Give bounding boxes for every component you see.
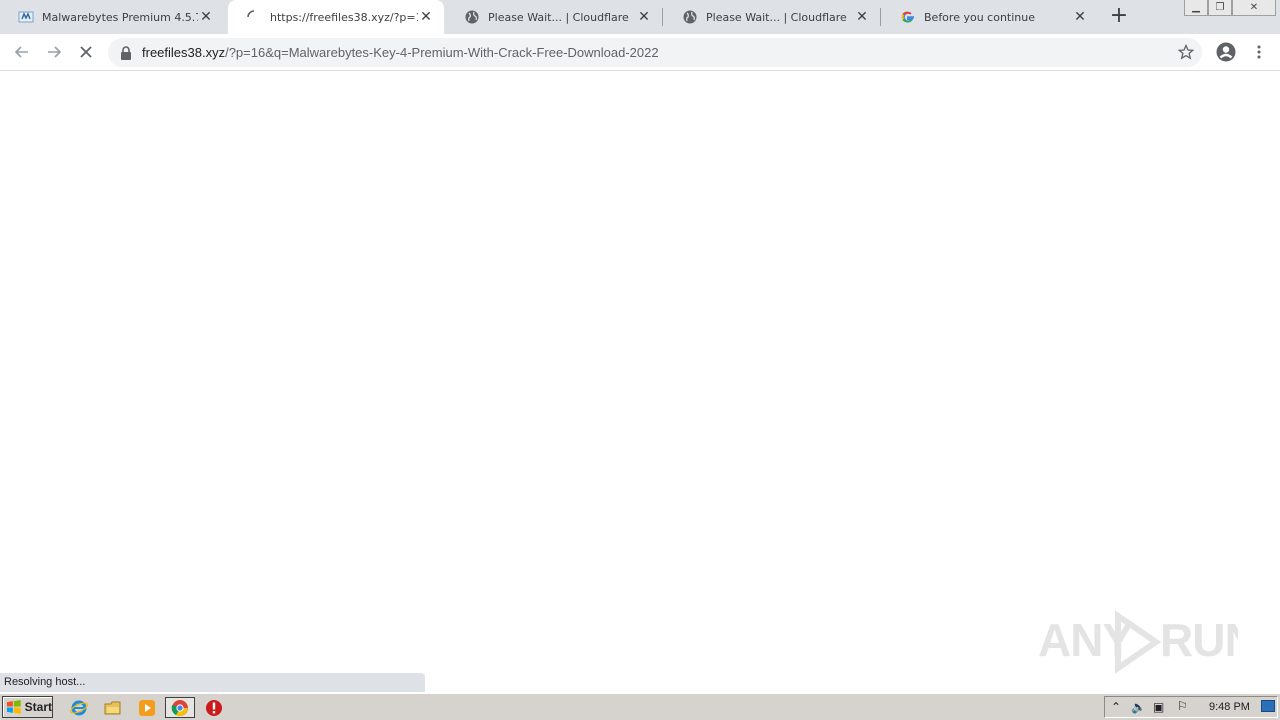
tab-malwarebytes[interactable]: Malwarebytes Premium 4.5.7.27 ✕ [0, 0, 224, 34]
tab-cloudflare-2[interactable]: Please Wait... | Cloudflare ✕ [664, 0, 880, 34]
forward-arrow-icon [48, 46, 62, 58]
google-icon [900, 9, 916, 25]
windows-logo-icon [6, 700, 21, 714]
stop-x-icon [80, 46, 92, 58]
close-icon[interactable]: ✕ [854, 9, 870, 25]
anyrun-logo-icon: ANY RUN [1038, 610, 1238, 674]
tab-strip: Malwarebytes Premium 4.5.7.27 ✕ https://… [0, 0, 1280, 34]
url-host: freefiles38.xyz [142, 45, 226, 60]
start-label: Start [24, 700, 52, 714]
windows-taskbar: Start ⌃ 🔈 ▣ ⚐ 9:48 PM [0, 693, 1280, 720]
globe-icon [682, 9, 698, 25]
tab-title: Please Wait... | Cloudflare [488, 10, 629, 24]
loading-spinner-icon [246, 9, 262, 25]
profile-button[interactable] [1214, 40, 1238, 64]
address-bar[interactable]: freefiles38.xyz/?p=16&q=Malwarebytes-Key… [108, 38, 1202, 67]
internet-explorer-icon[interactable] [68, 697, 90, 718]
tab-before-you-continue[interactable]: Before you continue ✕ [882, 0, 1098, 34]
close-window-button[interactable]: ✕ [1232, 0, 1276, 16]
tab-title: https://freefiles38.xyz/?p=16&q [270, 10, 418, 24]
system-tray: ⌃ 🔈 ▣ ⚐ 9:48 PM [1104, 696, 1278, 718]
account-icon [1216, 42, 1236, 62]
more-vert-icon [1257, 45, 1261, 59]
lock-icon [121, 45, 131, 60]
chrome-icon[interactable] [165, 697, 195, 718]
clock[interactable]: 9:48 PM [1209, 701, 1250, 713]
media-player-icon[interactable] [136, 697, 158, 718]
bookmark-star-icon[interactable] [1178, 44, 1194, 60]
tab-title: Malwarebytes Premium 4.5.7.27 [42, 10, 198, 24]
tab-title: Before you continue [924, 10, 1035, 24]
volume-icon[interactable]: 🔈 [1131, 700, 1146, 714]
close-icon[interactable]: ✕ [1072, 9, 1088, 25]
back-button[interactable] [10, 40, 34, 64]
close-icon[interactable]: ✕ [198, 9, 214, 25]
stop-icon[interactable] [203, 697, 225, 718]
anyrun-watermark: ANY RUN [1038, 606, 1238, 676]
new-tab-button[interactable]: + [1108, 5, 1130, 28]
menu-button[interactable] [1247, 40, 1271, 64]
tab-title: Please Wait... | Cloudflare [706, 10, 847, 24]
tab-freefiles[interactable]: https://freefiles38.xyz/?p=16&q ✕ [228, 0, 444, 34]
tab-cloudflare-1[interactable]: Please Wait... | Cloudflare ✕ [446, 0, 662, 34]
malwarebytes-icon [18, 9, 34, 25]
show-desktop-icon[interactable] [1261, 700, 1275, 712]
globe-icon [464, 9, 480, 25]
svg-text:RUN: RUN [1160, 614, 1238, 666]
show-hidden-icons-icon[interactable]: ⌃ [1111, 700, 1121, 714]
network-icon[interactable]: ▣ [1153, 700, 1164, 714]
minimize-button[interactable]: ▁ [1184, 0, 1208, 16]
close-icon[interactable]: ✕ [418, 9, 434, 25]
start-button[interactable]: Start [2, 696, 53, 718]
tab-divider [880, 8, 881, 26]
file-explorer-icon[interactable] [102, 697, 124, 718]
forward-button[interactable] [42, 40, 66, 64]
tab-divider [662, 8, 663, 26]
status-bubble: Resolving host... [0, 673, 425, 692]
close-icon[interactable]: ✕ [636, 9, 652, 25]
stop-loading-button[interactable] [74, 40, 98, 64]
back-arrow-icon [14, 46, 28, 58]
url-path: /?p=16&q=Malwarebytes-Key-4-Premium-With… [225, 45, 659, 60]
browser-toolbar: freefiles38.xyz/?p=16&q=Malwarebytes-Key… [0, 34, 1280, 71]
action-center-flag-icon[interactable]: ⚐ [1177, 699, 1188, 713]
restore-button[interactable]: ❐ [1208, 0, 1232, 16]
page-content [0, 72, 1280, 692]
